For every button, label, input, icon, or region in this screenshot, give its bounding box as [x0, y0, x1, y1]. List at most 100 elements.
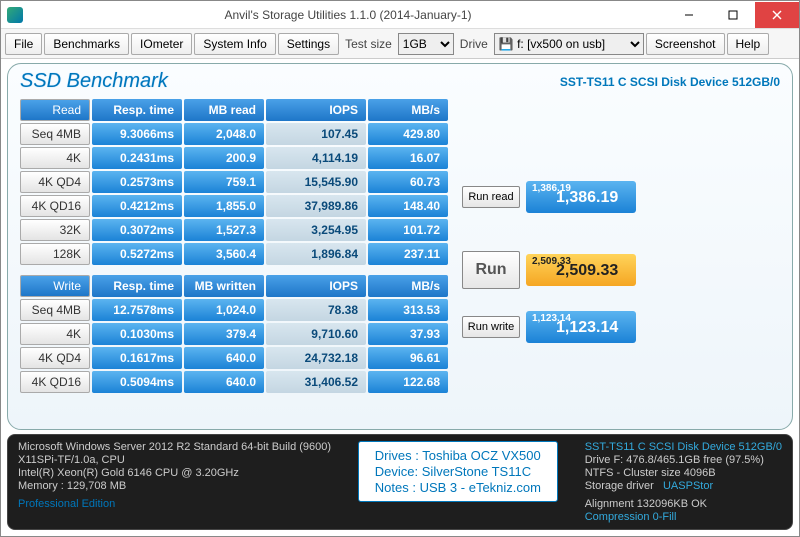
- score-read: 1,386.19 1,386.19: [526, 181, 636, 213]
- cell-mb: 759.1: [184, 171, 264, 193]
- col-mbs: MB/s: [368, 275, 448, 297]
- drive-info: SST-TS11 C SCSI Disk Device 512GB/0 Driv…: [585, 441, 782, 523]
- col-mbread: MB read: [184, 99, 264, 121]
- menu-settings[interactable]: Settings: [278, 33, 339, 55]
- notes-device: Device: SilverStone TS11C: [375, 464, 541, 479]
- cell-mbs: 37.93: [368, 323, 448, 345]
- col-mbwritten: MB written: [184, 275, 264, 297]
- cell-resp: 0.4212ms: [92, 195, 182, 217]
- cell-resp: 0.5094ms: [92, 371, 182, 393]
- app-icon: [7, 7, 23, 23]
- minimize-button[interactable]: [667, 2, 711, 28]
- cell-resp: 0.3072ms: [92, 219, 182, 241]
- benchmark-body: Read Resp. time MB read IOPS MB/s Seq 4M…: [18, 97, 782, 395]
- os-info: Microsoft Windows Server 2012 R2 Standar…: [18, 441, 331, 453]
- cell-resp: 12.7578ms: [92, 299, 182, 321]
- cell-iops: 4,114.19: [266, 147, 366, 169]
- menu-system-info[interactable]: System Info: [194, 33, 275, 55]
- cell-iops: 1,896.84: [266, 243, 366, 265]
- cell-resp: 0.2573ms: [92, 171, 182, 193]
- cell-mb: 1,527.3: [184, 219, 264, 241]
- read-row-header: Read: [20, 99, 90, 121]
- result-tables: Read Resp. time MB read IOPS MB/s Seq 4M…: [18, 97, 450, 395]
- cell-mb: 640.0: [184, 347, 264, 369]
- cpu-info: Intel(R) Xeon(R) Gold 6146 CPU @ 3.20GHz: [18, 467, 331, 479]
- cell-iops: 107.45: [266, 123, 366, 145]
- toolbar: File Benchmarks IOmeter System Info Sett…: [1, 29, 799, 59]
- footer-device: SST-TS11 C SCSI Disk Device 512GB/0: [585, 441, 782, 453]
- write-row-header: Write: [20, 275, 90, 297]
- col-iops: IOPS: [266, 275, 366, 297]
- footer-storage-driver: Storage driver UASPStor: [585, 480, 782, 492]
- menu-iometer[interactable]: IOmeter: [131, 33, 192, 55]
- cell-mbs: 60.73: [368, 171, 448, 193]
- cell-mbs: 313.53: [368, 299, 448, 321]
- window-title: Anvil's Storage Utilities 1.1.0 (2014-Ja…: [29, 8, 667, 22]
- row-label: Seq 4MB: [20, 123, 90, 145]
- cell-mbs: 96.61: [368, 347, 448, 369]
- row-label: 4K QD16: [20, 371, 90, 393]
- cell-iops: 9,710.60: [266, 323, 366, 345]
- drive-select[interactable]: 💾 f: [vx500 on usb]: [494, 33, 644, 55]
- cell-iops: 15,545.90: [266, 171, 366, 193]
- cell-mbs: 429.80: [368, 123, 448, 145]
- row-label: 4K QD4: [20, 171, 90, 193]
- menu-benchmarks[interactable]: Benchmarks: [44, 33, 129, 55]
- menu-help[interactable]: Help: [727, 33, 770, 55]
- drive-label: Drive: [456, 37, 492, 51]
- cell-resp: 9.3066ms: [92, 123, 182, 145]
- table-row: 4K0.1030ms379.49,710.6037.93: [20, 323, 448, 345]
- cell-mb: 3,560.4: [184, 243, 264, 265]
- table-row: 128K0.5272ms3,560.41,896.84237.11: [20, 243, 448, 265]
- cell-iops: 31,406.52: [266, 371, 366, 393]
- cell-iops: 24,732.18: [266, 347, 366, 369]
- table-row: Seq 4MB12.7578ms1,024.078.38313.53: [20, 299, 448, 321]
- cell-iops: 3,254.95: [266, 219, 366, 241]
- footer-fs: NTFS - Cluster size 4096B: [585, 467, 782, 479]
- cell-resp: 0.1030ms: [92, 323, 182, 345]
- benchmark-header: SSD Benchmark SST-TS11 C SCSI Disk Devic…: [18, 70, 782, 97]
- notes-drives: Drives : Toshiba OCZ VX500: [375, 448, 541, 463]
- footer-alignment: Alignment 132096KB OK: [585, 498, 782, 510]
- cell-mbs: 237.11: [368, 243, 448, 265]
- footer-compression[interactable]: Compression 0-Fill: [585, 511, 782, 523]
- run-write-button[interactable]: Run write: [462, 316, 520, 338]
- menu-screenshot[interactable]: Screenshot: [646, 33, 725, 55]
- table-row: 4K QD160.4212ms1,855.037,989.86148.40: [20, 195, 448, 217]
- score-sidebar: Run read 1,386.19 1,386.19 Run 2,509.33 …: [462, 97, 636, 395]
- cell-mb: 379.4: [184, 323, 264, 345]
- table-row: 4K QD160.5094ms640.031,406.52122.68: [20, 371, 448, 393]
- cell-iops: 37,989.86: [266, 195, 366, 217]
- run-button[interactable]: Run: [462, 251, 520, 289]
- maximize-button[interactable]: [711, 2, 755, 28]
- run-read-button[interactable]: Run read: [462, 186, 520, 208]
- app-window: Anvil's Storage Utilities 1.1.0 (2014-Ja…: [0, 0, 800, 537]
- close-button[interactable]: [755, 2, 799, 28]
- mem-info: Memory : 129,708 MB: [18, 480, 331, 492]
- table-row: 4K QD40.1617ms640.024,732.1896.61: [20, 347, 448, 369]
- cell-resp: 0.5272ms: [92, 243, 182, 265]
- row-label: 32K: [20, 219, 90, 241]
- titlebar: Anvil's Storage Utilities 1.1.0 (2014-Ja…: [1, 1, 799, 29]
- score-total: 2,509.33 2,509.33: [526, 254, 636, 286]
- notes-box[interactable]: Drives : Toshiba OCZ VX500 Device: Silve…: [358, 441, 558, 502]
- testsize-label: Test size: [341, 37, 396, 51]
- menu-file[interactable]: File: [5, 33, 42, 55]
- col-resp: Resp. time: [92, 99, 182, 121]
- device-name: SST-TS11 C SCSI Disk Device 512GB/0: [560, 75, 780, 89]
- row-label: 4K QD16: [20, 195, 90, 217]
- cell-mb: 200.9: [184, 147, 264, 169]
- row-label: 4K QD4: [20, 347, 90, 369]
- cell-mbs: 148.40: [368, 195, 448, 217]
- status-footer: Microsoft Windows Server 2012 R2 Standar…: [7, 434, 793, 530]
- system-info: Microsoft Windows Server 2012 R2 Standar…: [18, 441, 331, 510]
- testsize-select[interactable]: 1GB: [398, 33, 454, 55]
- row-label: 4K: [20, 323, 90, 345]
- mb-info: X11SPi-TF/1.0a, CPU: [18, 454, 331, 466]
- edition-label: Professional Edition: [18, 498, 331, 510]
- cell-mb: 1,024.0: [184, 299, 264, 321]
- notes-notes: Notes : USB 3 - eTekniz.com: [375, 480, 541, 495]
- cell-mb: 1,855.0: [184, 195, 264, 217]
- col-resp: Resp. time: [92, 275, 182, 297]
- cell-resp: 0.2431ms: [92, 147, 182, 169]
